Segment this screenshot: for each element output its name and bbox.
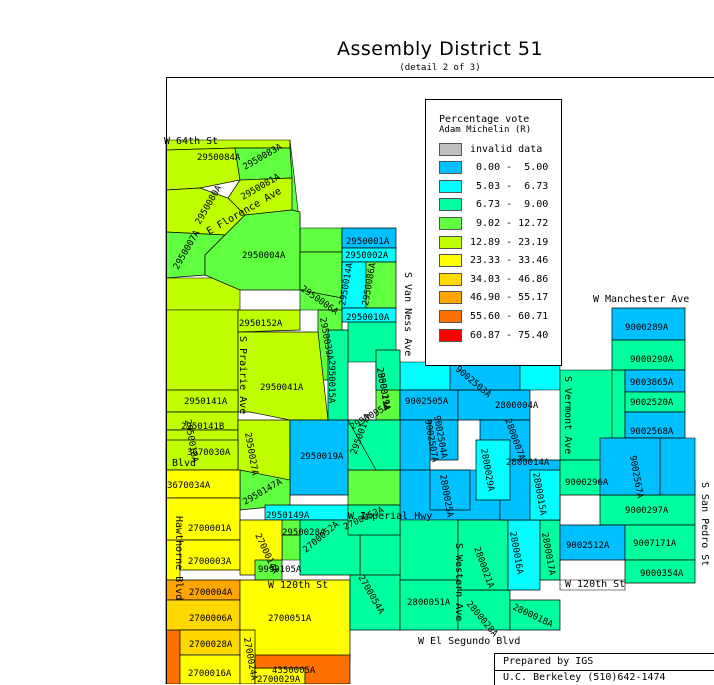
precinct-label: 2700016A — [188, 669, 232, 679]
street-label-van-ness: S Van Ness Ave — [402, 272, 413, 357]
legend: Percentage vote Adam Michelin (R) invali… — [425, 99, 562, 366]
legend-swatch — [439, 235, 462, 249]
precinct-label: 9000354A — [640, 569, 684, 579]
credits-box: Prepared by IGS U.C. Berkeley (510)642-1… — [494, 653, 714, 685]
legend-label: invalid data — [470, 143, 543, 155]
precinct-label: 2950149A — [266, 511, 310, 521]
precinct-label: 9002512A — [566, 541, 610, 551]
legend-row: 6.73 - 9.00 — [439, 198, 548, 212]
precinct-label: 2700051A — [268, 614, 312, 624]
legend-row: 55.60 - 60.71 — [439, 309, 548, 323]
precinct-label: 9007171A — [633, 539, 677, 549]
legend-label: 9.02 - 12.72 — [470, 217, 549, 229]
street-label-western: S Western Ave — [453, 543, 464, 622]
precinct-label: 2700006A — [189, 614, 233, 624]
street-label-vermont: S Vermont Ave — [562, 376, 573, 455]
precinct-label: 2950084A — [197, 153, 241, 163]
precinct-label: 9000297A — [625, 506, 669, 516]
precinct-label: 2700001A — [188, 524, 232, 534]
legend-row: 12.89 - 23.19 — [439, 235, 548, 249]
legend-row: 34.03 - 46.86 — [439, 272, 548, 286]
map-left-border — [166, 77, 167, 684]
legend-label: 6.73 - 9.00 — [470, 199, 549, 211]
precinct-label: 9002520A — [630, 398, 674, 408]
legend-swatch — [439, 254, 462, 268]
legend-swatch — [439, 179, 462, 193]
precinct-label: 2950010A — [346, 313, 390, 323]
precinct-label: 2700028A — [189, 640, 233, 650]
legend-swatch — [439, 161, 462, 175]
legend-row: 5.03 - 6.73 — [439, 179, 548, 193]
map-area — [611, 369, 626, 439]
legend-row: 9.02 - 12.72 — [439, 216, 548, 230]
precinct-label: 2950015A — [326, 360, 336, 404]
street-label-san-pedro: S San Pedro St — [699, 482, 710, 567]
street-label-imperial: W Imperial Hwy — [348, 511, 433, 522]
precinct-label: 2800014A — [506, 458, 550, 468]
precinct-label: 2950152A — [239, 319, 283, 329]
precinct-label: 4350005A — [272, 666, 316, 676]
map-area — [165, 309, 239, 391]
legend-row: 60.87 - 75.40 — [439, 328, 548, 342]
legend-label: 60.87 - 75.40 — [470, 329, 549, 341]
legend-swatch — [439, 291, 462, 305]
credits-prepared-by: Prepared by IGS — [503, 656, 594, 667]
street-label-blvd: Blvd — [172, 458, 197, 469]
precinct-label: 2700004A — [189, 588, 233, 598]
legend-label: 12.89 - 23.19 — [470, 236, 549, 248]
precinct-label: 2800004A — [495, 401, 539, 411]
street-label-w-120th-west: W 120th St — [268, 580, 329, 591]
legend-swatch — [439, 328, 462, 342]
legend-row: 23.33 - 33.46 — [439, 254, 548, 268]
precinct-label: 9000289A — [625, 323, 669, 333]
street-label-w-64th: W 64th St — [164, 136, 219, 147]
legend-swatch — [439, 216, 462, 230]
precinct-label: 3670030A — [187, 448, 231, 458]
legend-swatch — [439, 272, 462, 286]
legend-swatch — [439, 309, 462, 323]
legend-swatch — [439, 142, 462, 156]
legend-label: 46.90 - 55.17 — [470, 292, 549, 304]
street-label-hawthorne: Hawthorne Blvd — [173, 516, 184, 601]
street-label-el-segundo: W El Segundo Blvd — [418, 636, 521, 647]
legend-label: 23.33 - 33.46 — [470, 255, 549, 267]
precinct-label: 9002505A — [405, 397, 449, 407]
street-label-w-120th-east: W 120th St — [565, 579, 626, 590]
legend-label: 5.03 - 6.73 — [470, 180, 549, 192]
map-area — [347, 469, 401, 506]
credits-contact: U.C. Berkeley (510)642-1474 — [495, 670, 714, 683]
map-area — [659, 437, 696, 496]
legend-row: invalid data — [439, 142, 542, 156]
precinct-label: 9003865A — [630, 378, 674, 388]
precinct-label: 9000296A — [565, 478, 609, 488]
legend-swatch — [439, 198, 462, 212]
precinct-label: 2700029A — [257, 675, 301, 684]
precinct-label: 2800051A — [407, 598, 451, 608]
precinct-label: 9000290A — [630, 355, 674, 365]
map-area — [281, 534, 301, 561]
precinct-label: 2950001A — [346, 237, 390, 247]
street-label-prairie: S Prairie Ave — [237, 336, 248, 415]
legend-row: 46.90 - 55.17 — [439, 291, 548, 305]
legend-label: 34.03 - 46.86 — [470, 273, 549, 285]
precinct-label: 2950019A — [300, 452, 344, 462]
precinct-label: 2950141A — [184, 397, 228, 407]
legend-subtitle: Adam Michelin (R) — [439, 125, 532, 135]
legend-label: 0.00 - 5.00 — [470, 162, 549, 174]
precinct-label: 3670034A — [167, 481, 211, 491]
precinct-label: 2950002A — [345, 251, 389, 261]
map-area — [399, 519, 459, 581]
precinct-label: 2700003A — [188, 557, 232, 567]
legend-label: 55.60 - 60.71 — [470, 310, 549, 322]
precinct-label: 2950041A — [260, 383, 304, 393]
precinct-label: 9990105A — [258, 565, 302, 575]
legend-title: Percentage vote — [439, 114, 530, 125]
precinct-label: 2950004A — [242, 251, 286, 261]
legend-row: 0.00 - 5.00 — [439, 161, 548, 175]
map-area — [165, 629, 181, 684]
precinct-2950041A[interactable] — [237, 331, 329, 421]
street-label-manchester: W Manchester Ave — [593, 294, 690, 305]
precinct-label: 9002568A — [630, 427, 674, 437]
